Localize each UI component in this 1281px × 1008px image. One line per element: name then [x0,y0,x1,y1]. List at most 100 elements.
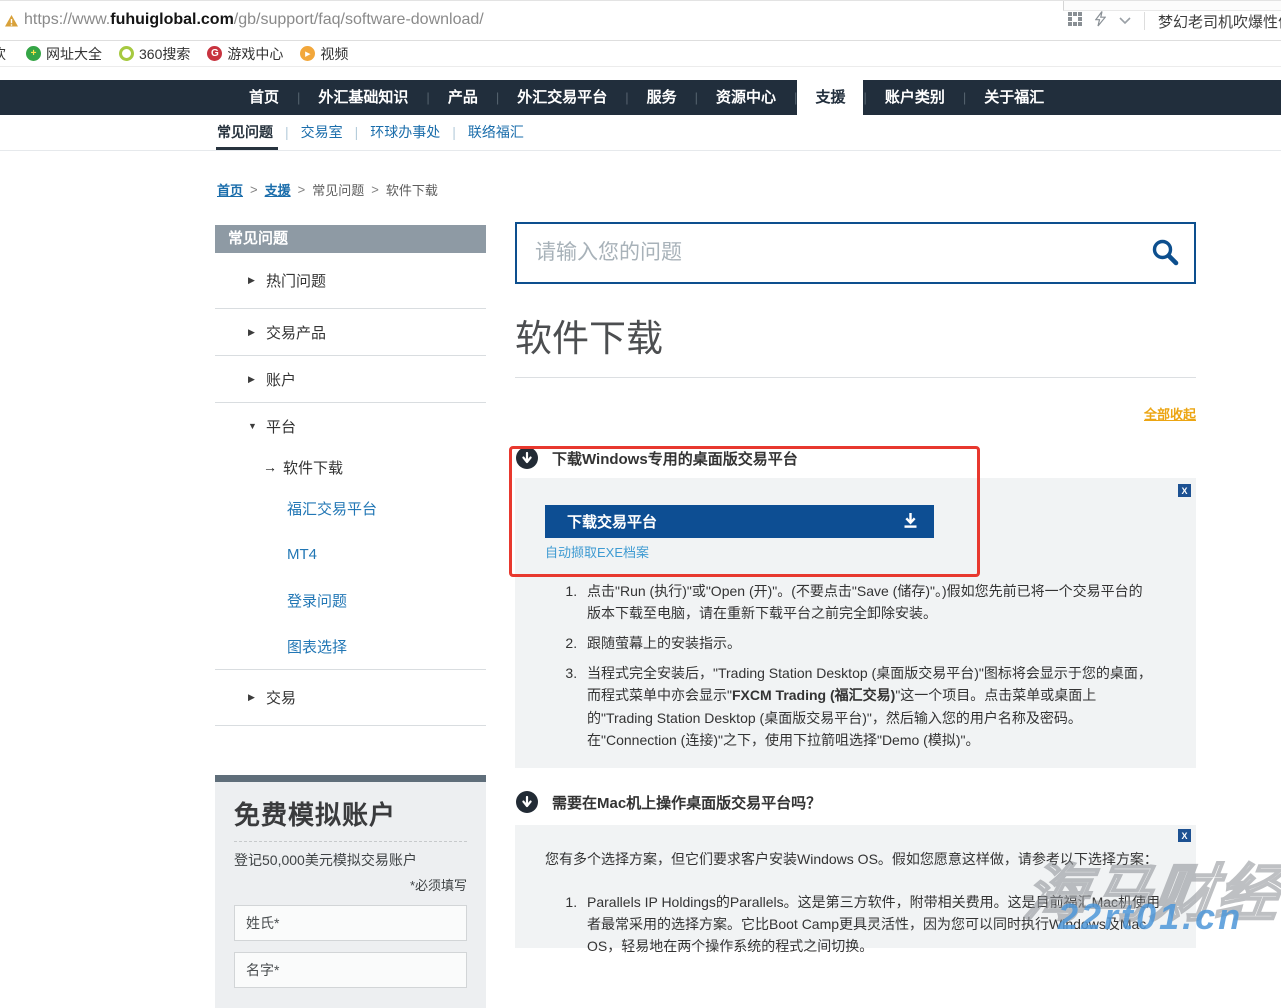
nav-item-3[interactable]: 外汇交易平台 [499,80,625,115]
subnav-item-2[interactable]: 环球办事处 [358,116,452,148]
step-text: 跟随萤幕上的安装指示。 [587,635,741,651]
search-icon [1150,237,1180,270]
nav-item-8[interactable]: 关于福汇 [966,80,1062,115]
url-text[interactable]: https://www.fuhuiglobal.com/gb/support/f… [24,11,484,29]
windows-instructions: 点击"Run (执行)"或"Open (开)"。(不要点击"Save (储存)"… [562,580,1154,759]
breadcrumb: 首页>支援>常见问题>软件下载 [217,180,438,199]
green-plus-icon: + [26,46,41,61]
chevron-right-icon: ▶ [248,275,261,286]
nav-item-0[interactable]: 首页 [231,80,297,115]
download-button-label: 下载交易平台 [567,511,657,532]
sidebar-header: 常见问题 [215,225,486,253]
instruction-step: Parallels IP Holdings的Parallels。这是第三方软件，… [581,891,1162,957]
sidebar-item-label: 平台 [266,416,296,437]
bookmark-label: 360搜索 [139,44,190,64]
title-divider [515,377,1196,378]
ring-icon [119,46,134,61]
nav-item-2[interactable]: 产品 [430,80,496,115]
step-text: FXCM Trading (福汇交易) [732,687,895,703]
sidebar-item-label: 登录问题 [287,590,347,611]
sidebar-item-label: 软件下载 [283,457,343,478]
first-name-field[interactable] [234,952,467,988]
accordion-header-windows[interactable]: 下载Windows专用的桌面版交易平台 [516,447,798,469]
subnav-divider-line [0,150,1281,151]
bookmark-item-2[interactable]: 360搜索 [119,44,190,64]
sidebar-item-9[interactable]: ▶ 交易 [215,670,486,726]
bookmarks-bar: 欢 + 网址大全 360搜索 G游戏中心 ▶视频 [0,41,1281,67]
demo-account-form: 免费模拟账户 登记50,000美元模拟交易账户 *必须填写 [215,775,486,1008]
accordion-body-mac: X 您有多个选择方案，但它们要求客户安装Windows OS。假如您愿意这样做，… [515,825,1196,948]
sidebar-item-5[interactable]: 福汇交易平台 [215,485,486,531]
collapse-all-link[interactable]: 全部收起 [1144,404,1196,423]
close-icon[interactable]: X [1178,829,1191,842]
nav-item-6[interactable]: 支援 [797,80,863,115]
chevron-down-icon[interactable] [1119,12,1131,30]
last-name-field[interactable] [234,905,467,941]
form-title: 免费模拟账户 [234,795,467,832]
accordion-title: 需要在Mac机上操作桌面版交易平台吗？ [552,792,821,813]
sidebar-item-2[interactable]: ▶ 账户 [215,356,486,403]
download-arrow-circle-icon [516,791,538,813]
video-icon: ▶ [300,46,315,61]
download-platform-button[interactable]: 下载交易平台 [545,505,934,538]
form-subtitle: 登记50,000美元模拟交易账户 [234,850,467,870]
accordion-header-mac[interactable]: 需要在Mac机上操作桌面版交易平台吗？ [516,791,821,813]
sidebar-item-0[interactable]: ▶ 热门问题 [215,253,486,309]
sidebar-item-list: ▶热门问题▶交易产品▶账户▼平台→软件下载福汇交易平台MT4登录问题图表选择▶交… [215,253,486,726]
chevron-right-icon: ▶ [248,374,261,385]
sub-navigation: 常见问题|交易室|环球办事处|联络福汇 [216,115,536,149]
nav-item-1[interactable]: 外汇基础知识 [300,80,426,115]
sidebar-item-6[interactable]: MT4 [215,531,486,577]
bookmark-item-1[interactable]: + 网址大全 [26,44,102,64]
bookmark-label: 欢 [0,44,6,64]
sidebar-item-7[interactable]: 登录问题 [215,577,486,623]
page-title: 软件下载 [515,308,663,362]
breadcrumb-item-3: 软件下载 [386,180,438,199]
lightning-icon[interactable] [1095,11,1106,32]
browser-address-bar[interactable]: https://www.fuhuiglobal.com/gb/support/f… [0,0,1281,41]
mac-instructions: Parallels IP Holdings的Parallels。这是第三方软件，… [562,891,1162,965]
accordion-title: 下载Windows专用的桌面版交易平台 [552,448,798,469]
sidebar-item-label: 热门问题 [266,270,326,291]
bookmark-label: 游戏中心 [227,44,283,64]
instruction-step: 跟随萤幕上的安装指示。 [581,632,1154,654]
faq-sidebar: 常见问题 ▶热门问题▶交易产品▶账户▼平台→软件下载福汇交易平台MT4登录问题图… [215,225,486,726]
subnav-item-0[interactable]: 常见问题 [216,116,285,148]
bookmark-item-4[interactable]: ▶视频 [300,44,348,64]
sidebar-item-label: 账户 [266,369,296,390]
download-icon [902,512,919,532]
url-scheme: https://www. [24,11,110,28]
auto-exe-link[interactable]: 自动撷取EXE档案 [545,542,649,561]
sidebar-item-4[interactable]: →软件下载 [215,449,486,485]
breadcrumb-item-0[interactable]: 首页 [217,180,243,199]
chevron-down-icon: ▼ [248,421,261,431]
nav-item-4[interactable]: 服务 [629,80,695,115]
search-button[interactable] [1136,224,1194,282]
nav-item-5[interactable]: 资源中心 [698,80,794,115]
sidebar-item-label: 交易 [266,687,296,708]
sidebar-item-label: 福汇交易平台 [287,498,377,519]
chevron-right-icon: ▶ [248,327,261,338]
sidebar-item-1[interactable]: ▶交易产品 [215,309,486,356]
site-security-warning-icon[interactable] [5,15,18,33]
instruction-step: 点击"Run (执行)"或"Open (开)"。(不要点击"Save (储存)"… [581,580,1154,624]
bookmark-item-0[interactable]: 欢 [0,44,9,64]
close-icon[interactable]: X [1178,484,1191,497]
nav-item-7[interactable]: 账户类别 [867,80,963,115]
chevron-right-icon: ▶ [248,692,261,703]
bookmark-label: 网址大全 [46,44,102,64]
qr-grid-icon[interactable] [1068,12,1082,31]
sidebar-item-3[interactable]: ▼ 平台 [215,403,486,449]
subnav-item-1[interactable]: 交易室 [289,116,355,148]
breadcrumb-item-1[interactable]: 支援 [265,180,291,199]
search-input[interactable] [517,224,1136,282]
toolbar-news-text[interactable]: 梦幻老司机吹爆性优 [1158,11,1281,32]
subnav-item-3[interactable]: 联络福汇 [456,116,536,148]
sidebar-item-8[interactable]: 图表选择 [215,623,486,670]
url-path: /gb/support/faq/software-download/ [234,11,484,28]
accordion-body-windows: X 下载交易平台 自动撷取EXE档案 点击"Run (执行)"或"Open (开… [515,478,1196,768]
windows-steps-list: 点击"Run (执行)"或"Open (开)"。(不要点击"Save (储存)"… [562,580,1154,751]
bookmark-item-3[interactable]: G游戏中心 [207,44,283,64]
mac-intro-text: 您有多个选择方案，但它们要求客户安装Windows OS。假如您愿意这样做，请参… [545,849,1175,869]
breadcrumb-separator: > [250,182,258,197]
